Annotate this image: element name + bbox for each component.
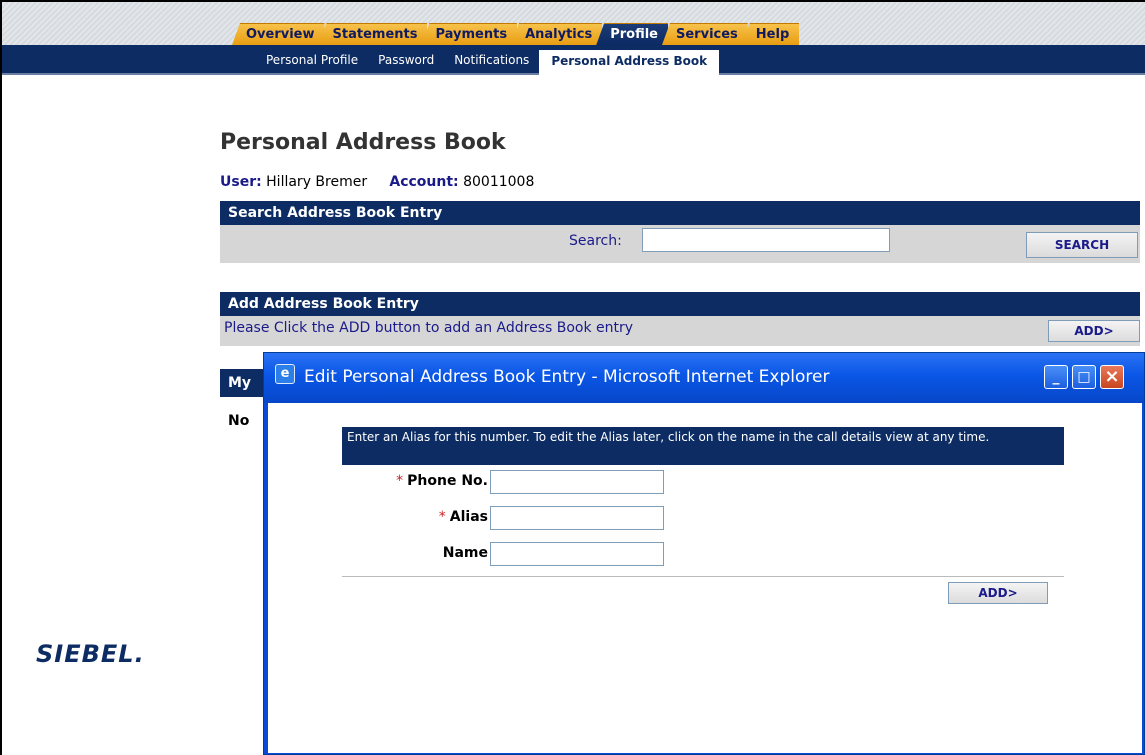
phone-field-label: * Phone No. [396, 473, 488, 489]
account-label: Account: [389, 174, 459, 190]
maximize-icon[interactable]: □ [1072, 365, 1096, 389]
siebel-logo: SIEBEL. [36, 640, 145, 668]
close-icon[interactable]: × [1100, 365, 1124, 389]
search-label: Search: [569, 233, 622, 249]
ie-icon: e [275, 364, 295, 384]
subnav-personal-profile[interactable]: Personal Profile [256, 50, 368, 70]
user-account-line: User: Hillary Bremer Account: 80011008 [220, 174, 534, 190]
user-label: User: [220, 174, 262, 190]
dialog-title: Edit Personal Address Book Entry - Micro… [304, 367, 830, 387]
main-tabs: Overview Statements Payments Analytics P… [232, 23, 800, 45]
name-field-label: Name [442, 545, 488, 561]
tab-overview[interactable]: Overview [232, 23, 325, 45]
subnav-notifications[interactable]: Notifications [444, 50, 539, 70]
tab-help[interactable]: Help [741, 23, 800, 45]
alias-field-label: * Alias [438, 509, 488, 525]
dialog-titlebar[interactable]: e Edit Personal Address Book Entry - Mic… [264, 353, 1144, 403]
phone-input[interactable] [490, 470, 664, 494]
add-hint-text: Please Click the ADD button to add an Ad… [224, 320, 634, 336]
dialog-divider [342, 576, 1064, 577]
tab-statements[interactable]: Statements [318, 23, 428, 45]
alias-input[interactable] [490, 506, 664, 530]
subnav-items: Personal Profile Password Notifications … [256, 50, 720, 77]
search-section-body: Search: SEARCH [220, 225, 1140, 263]
search-button[interactable]: SEARCH [1026, 232, 1138, 258]
dialog-instructions: Enter an Alias for this number. To edit … [342, 427, 1064, 465]
required-marker: * [438, 509, 446, 525]
top-banner: Overview Statements Payments Analytics P… [2, 2, 1145, 45]
empty-list-text: No [228, 413, 250, 429]
name-input[interactable] [490, 542, 664, 566]
edit-entry-dialog: e Edit Personal Address Book Entry - Mic… [263, 352, 1145, 755]
page-title: Personal Address Book [220, 130, 506, 155]
required-marker: * [396, 473, 404, 489]
minimize-icon[interactable]: _ [1044, 365, 1068, 389]
tab-profile[interactable]: Profile [596, 23, 668, 45]
account-value: 80011008 [463, 174, 535, 190]
add-entry-button[interactable]: ADD> [1048, 320, 1140, 342]
dialog-add-button[interactable]: ADD> [948, 582, 1048, 604]
search-section-header: Search Address Book Entry [220, 201, 1140, 225]
search-input[interactable] [642, 228, 890, 252]
dialog-content: Enter an Alias for this number. To edit … [268, 403, 1142, 753]
subnav-personal-address-book[interactable]: Personal Address Book [539, 50, 720, 77]
add-section-header: Add Address Book Entry [220, 292, 1140, 316]
sub-navigation: Personal Profile Password Notifications … [2, 45, 1145, 77]
user-value: Hillary Bremer [266, 174, 368, 190]
tab-payments[interactable]: Payments [421, 23, 518, 45]
subnav-password[interactable]: Password [368, 50, 444, 70]
tab-services[interactable]: Services [662, 23, 748, 45]
tab-analytics[interactable]: Analytics [511, 23, 603, 45]
add-section-body: Please Click the ADD button to add an Ad… [220, 316, 1140, 346]
